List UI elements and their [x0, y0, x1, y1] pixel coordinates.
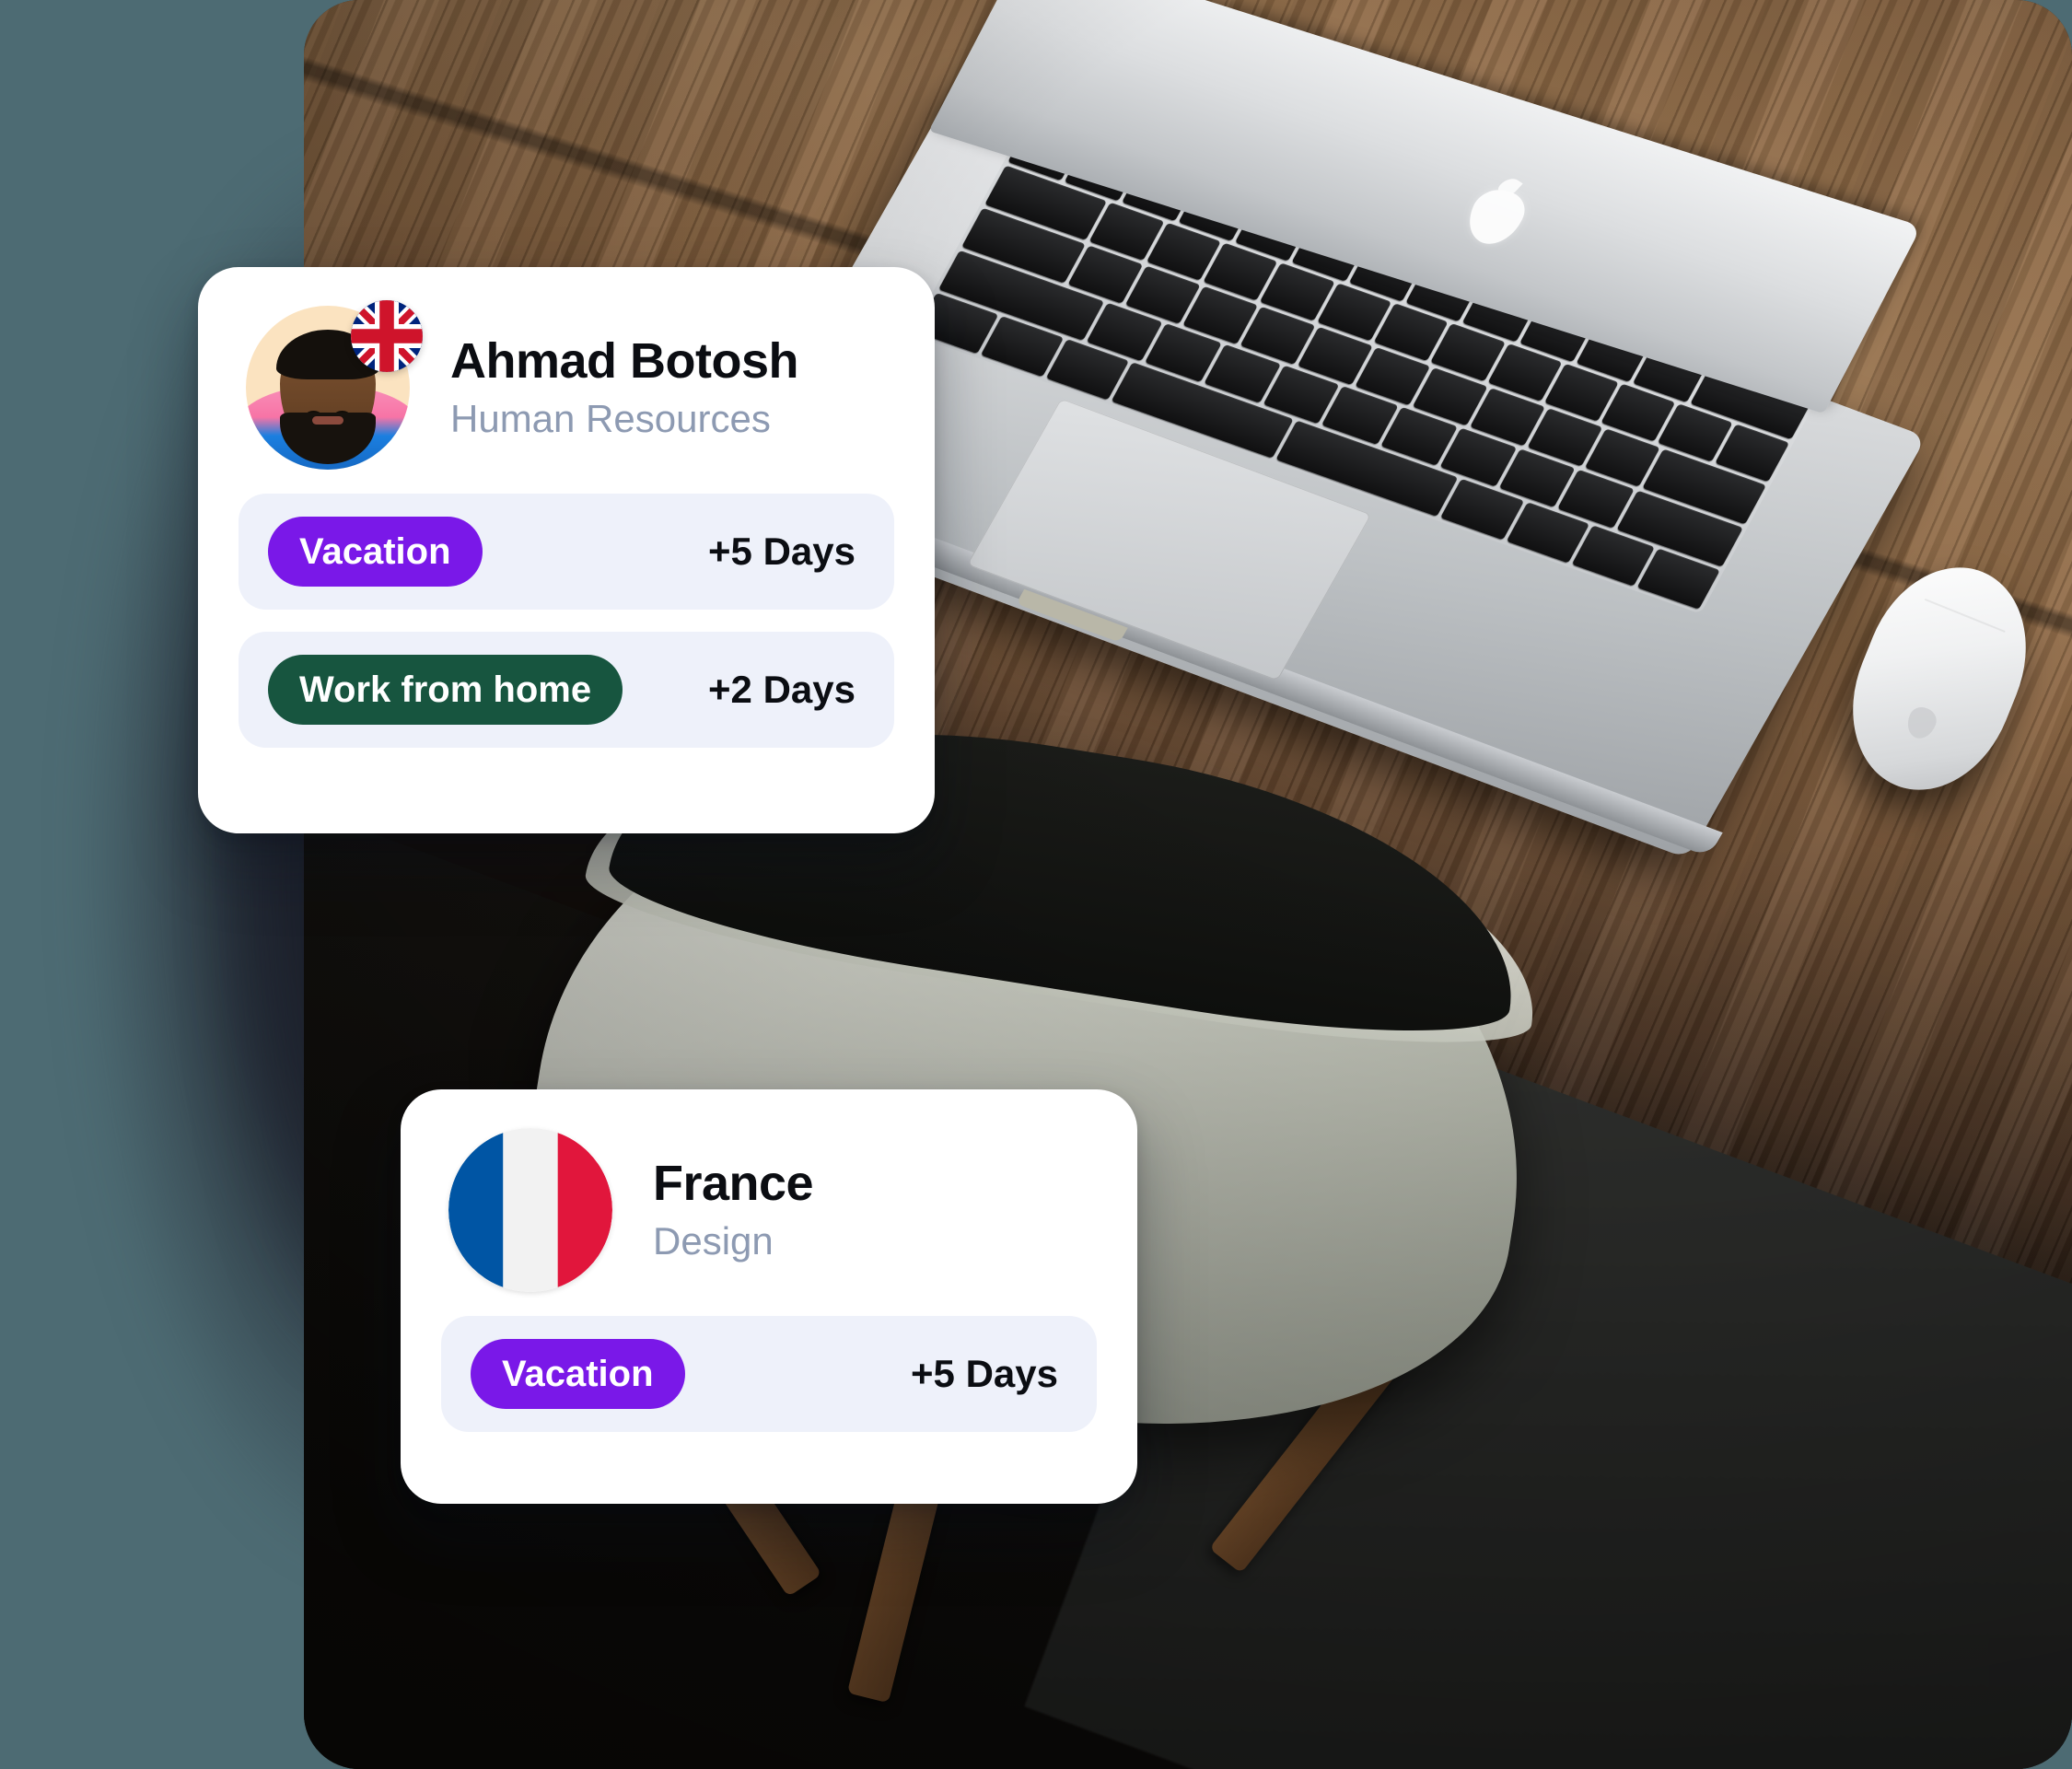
employee-role: Human Resources — [450, 397, 771, 441]
leave-row[interactable]: Work from home +2 Days — [239, 632, 894, 748]
mouse-seam — [1924, 598, 2006, 633]
employee-leave-rows: Vacation +5 Days Work from home +2 Days — [198, 470, 935, 748]
country-card[interactable]: France Design Vacation +5 Days — [401, 1089, 1137, 1504]
flag-france-icon — [448, 1128, 612, 1292]
background-stage: Ahmad Botosh Human Resources Vacation +5… — [0, 0, 2072, 1769]
country-identity: France Design — [653, 1155, 814, 1263]
status-badge-vacation[interactable]: Vacation — [471, 1339, 685, 1409]
employee-card[interactable]: Ahmad Botosh Human Resources Vacation +5… — [198, 267, 935, 833]
leave-days-value: +2 Days — [708, 668, 856, 711]
avatar-wrapper — [246, 300, 423, 470]
employee-identity: Ahmad Botosh Human Resources — [450, 332, 799, 441]
country-leave-rows: Vacation +5 Days — [401, 1292, 1137, 1432]
avatar-mouth — [312, 416, 343, 425]
country-department: Design — [653, 1219, 774, 1263]
employee-name: Ahmad Botosh — [450, 332, 799, 389]
status-badge-vacation[interactable]: Vacation — [268, 517, 483, 587]
employee-card-header: Ahmad Botosh Human Resources — [198, 267, 935, 470]
country-card-header: France Design — [401, 1089, 1137, 1292]
status-badge-work-from-home[interactable]: Work from home — [268, 655, 623, 725]
country-name: France — [653, 1155, 814, 1211]
flag-united-kingdom-icon — [351, 300, 423, 372]
leave-days-value: +5 Days — [708, 530, 856, 573]
leave-row[interactable]: Vacation +5 Days — [239, 494, 894, 610]
apple-logo-icon — [1459, 185, 1531, 250]
leave-days-value: +5 Days — [911, 1352, 1058, 1395]
leave-row[interactable]: Vacation +5 Days — [441, 1316, 1097, 1432]
